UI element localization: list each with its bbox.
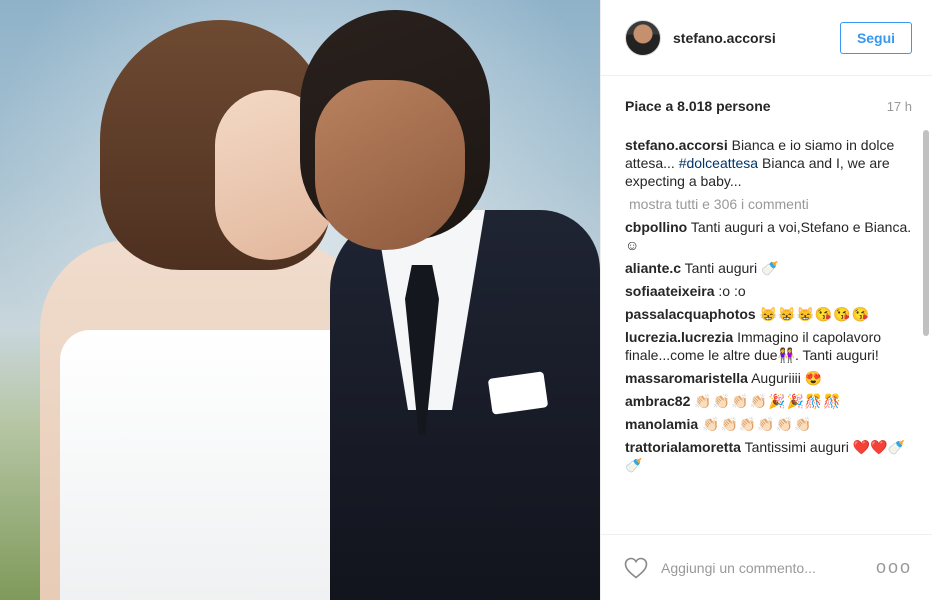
comment-username[interactable]: trattorialamoretta <box>625 439 741 455</box>
comment-text: 👏🏻👏🏻👏🏻👏🏻🎉🎉🎊🎊 <box>694 393 842 409</box>
post-sidebar: stefano.accorsi Segui Piace a 8.018 pers… <box>600 0 932 600</box>
likes-row: Piace a 8.018 persone 17 h <box>601 76 932 136</box>
comment-username[interactable]: massaromaristella <box>625 370 748 386</box>
likes-count[interactable]: Piace a 8.018 persone <box>625 98 771 114</box>
avatar[interactable] <box>625 19 661 56</box>
caption-hashtag[interactable]: #dolceattesa <box>679 155 758 171</box>
comment-username[interactable]: sofiaateixeira <box>625 283 715 299</box>
caption-username[interactable]: stefano.accorsi <box>625 137 728 153</box>
comment: trattorialamoretta Tantissimi auguri ❤️❤… <box>625 438 912 474</box>
comment-username[interactable]: lucrezia.lucrezia <box>625 329 733 345</box>
comments-scrollbar[interactable] <box>922 130 930 534</box>
comment: lucrezia.lucrezia Immagino il capolavoro… <box>625 328 912 364</box>
comment-username[interactable]: manolamia <box>625 416 698 432</box>
comment: ambrac82 👏🏻👏🏻👏🏻👏🏻🎉🎉🎊🎊 <box>625 392 912 410</box>
heart-icon[interactable] <box>623 555 649 581</box>
comment-text: 😸😸😸😘😘😘 <box>759 306 871 322</box>
header-username[interactable]: stefano.accorsi <box>673 30 840 46</box>
comment: aliante.c Tanti auguri 🍼 <box>625 259 912 277</box>
comment-text: :o :o <box>718 283 746 299</box>
comment-text: 👏🏻👏🏻👏🏻👏🏻👏🏻👏🏻 <box>702 416 813 432</box>
comment-username[interactable]: aliante.c <box>625 260 681 276</box>
follow-button[interactable]: Segui <box>840 21 912 54</box>
comment: massaromaristella Auguriiii 😍 <box>625 369 912 387</box>
comment-text: Tanti auguri 🍼 <box>684 260 779 276</box>
scrollbar-thumb[interactable] <box>923 130 929 336</box>
comment: manolamia 👏🏻👏🏻👏🏻👏🏻👏🏻👏🏻 <box>625 415 912 433</box>
comment-text: Auguriiii 😍 <box>751 370 823 386</box>
comment-username[interactable]: ambrac82 <box>625 393 690 409</box>
comment: sofiaateixeira :o :o <box>625 282 912 300</box>
more-options-icon[interactable]: ooo <box>876 557 912 578</box>
comments-list: stefano.accorsi Bianca e io siamo in dol… <box>625 136 912 530</box>
post-header: stefano.accorsi Segui <box>601 0 932 76</box>
comment: passalacquaphotos 😸😸😸😘😘😘 <box>625 305 912 323</box>
photo-dress <box>60 330 360 600</box>
caption: stefano.accorsi Bianca e io siamo in dol… <box>625 136 912 190</box>
photo-man-face <box>315 80 465 250</box>
add-comment-input[interactable] <box>661 559 876 576</box>
post-photo[interactable] <box>0 0 600 600</box>
comment-username[interactable]: passalacquaphotos <box>625 306 756 322</box>
comment: cbpollino Tanti auguri a voi,Stefano e B… <box>625 218 912 254</box>
show-all-comments-link[interactable]: mostra tutti e 306 i commenti <box>629 196 912 212</box>
comment-username[interactable]: cbpollino <box>625 219 687 235</box>
post-footer: ooo <box>601 534 932 600</box>
photo-pocket-square <box>487 371 549 415</box>
post-container: stefano.accorsi Segui Piace a 8.018 pers… <box>0 0 932 600</box>
post-time[interactable]: 17 h <box>887 99 912 114</box>
